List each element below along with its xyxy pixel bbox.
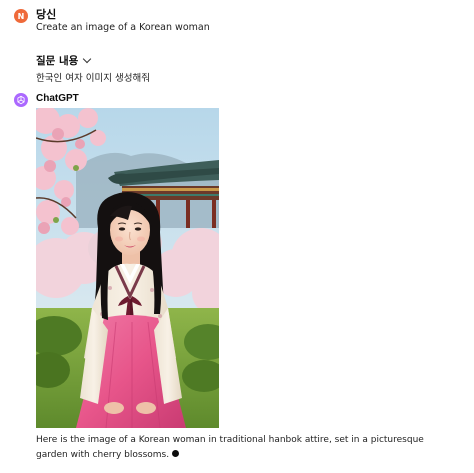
- assistant-reply: Here is the image of a Korean woman in t…: [36, 433, 456, 463]
- edit-details-toggle[interactable]: 질문 내용: [36, 53, 92, 68]
- user-message: Create an image of a Korean woman: [36, 22, 210, 33]
- user-avatar: N: [14, 9, 28, 23]
- chatgpt-avatar: [14, 93, 28, 107]
- chatgpt-logo-icon: [17, 95, 25, 105]
- generated-image[interactable]: [36, 108, 219, 428]
- edit-details-label: 질문 내용: [36, 55, 79, 67]
- korean-woman-hanbok-image: [36, 108, 219, 428]
- assistant-reply-text: Here is the image of a Korean woman in t…: [36, 435, 424, 460]
- chevron-down-icon: [83, 54, 92, 64]
- streaming-cursor-icon: [172, 450, 180, 457]
- assistant-name: ChatGPT: [36, 93, 79, 104]
- edit-details-text: 한국인 여자 이미지 생성해줘: [36, 73, 150, 84]
- user-name: 당신: [36, 8, 57, 21]
